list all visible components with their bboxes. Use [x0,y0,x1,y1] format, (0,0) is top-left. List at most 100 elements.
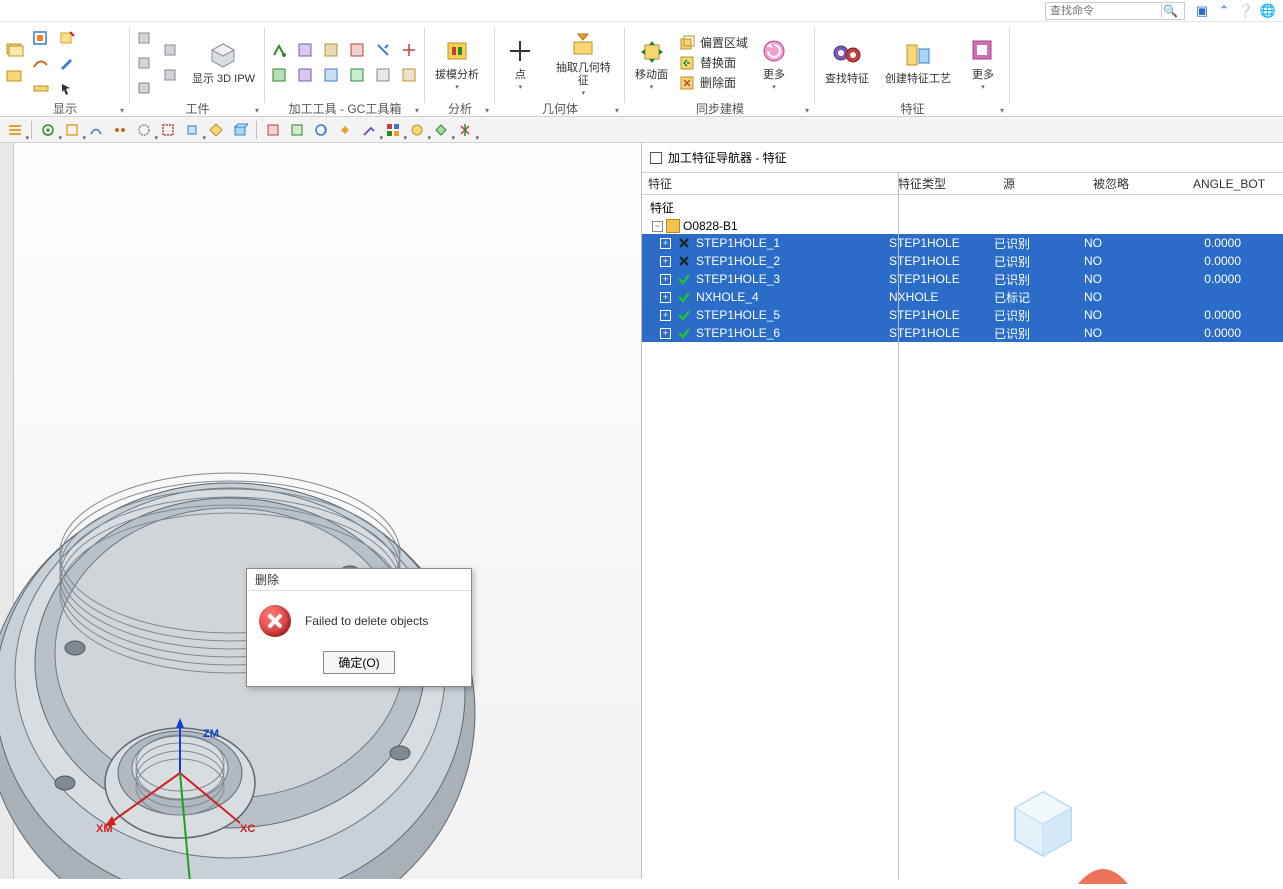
status-icon [674,236,694,250]
tool10-icon[interactable] [262,119,284,141]
help-icon[interactable]: ❔ [1237,2,1255,20]
draft-analysis-button[interactable]: 拔模分析 ▾ [429,33,485,93]
restore-icon[interactable]: ▣ [1193,2,1211,20]
delete-face-button[interactable]: 删除面 [678,74,748,92]
move-face-button[interactable]: 移动面 ▾ [629,33,674,93]
ok-button[interactable]: 确定(O) [323,651,394,674]
feature-source: 已识别 [994,325,1084,342]
point-button[interactable]: 点 ▾ [499,33,542,93]
col-type[interactable]: 特征类型 [892,175,997,192]
tb1-icon[interactable] [269,39,291,61]
collapse-icon[interactable]: ⌃ [1215,2,1233,20]
col-angle[interactable]: ANGLE_BOT [1187,177,1271,191]
highlight-icon[interactable] [56,27,78,49]
expand-icon[interactable]: + [660,310,671,321]
tb2-icon[interactable] [269,64,291,86]
feature-row[interactable]: +STEP1HOLE_2STEP1HOLE已识别NO0.0000 [642,252,1283,270]
globe-icon[interactable]: 🌐 [1259,2,1277,20]
feature-row[interactable]: +STEP1HOLE_3STEP1HOLE已识别NO0.0000 [642,270,1283,288]
tool13-icon[interactable] [334,119,356,141]
ribbon-group-feature: 查找特征 创建特征工艺 更多 ▾ 特征▾ [815,22,1010,117]
tool11-icon[interactable] [286,119,308,141]
wk5-icon[interactable] [160,64,182,86]
command-search[interactable]: 🔍 [1045,2,1185,20]
replace-face-button[interactable]: 替换面 [678,54,748,72]
expand-icon[interactable]: + [660,328,671,339]
feature-angle: 0.0000 [1179,272,1249,286]
tb3-icon[interactable] [295,39,317,61]
tool5-icon[interactable] [133,119,155,141]
tool16-icon[interactable] [406,119,428,141]
snap-icon[interactable] [37,119,59,141]
tool14-icon[interactable] [358,119,380,141]
tool15-icon[interactable] [382,119,404,141]
col-ignored[interactable]: 被忽略 [1087,175,1187,192]
tool8-icon[interactable] [205,119,227,141]
curve-icon[interactable] [30,52,52,74]
collapse-icon[interactable]: − [652,221,663,232]
feature-row[interactable]: +STEP1HOLE_5STEP1HOLE已识别NO0.0000 [642,306,1283,324]
wk3-icon[interactable] [134,77,156,99]
expand-icon[interactable]: + [660,238,671,249]
navigator-checkbox-icon[interactable] [650,152,662,164]
tool7-icon[interactable] [181,119,203,141]
tb11-icon[interactable] [399,39,421,61]
tb10-icon[interactable] [373,64,395,86]
col-source[interactable]: 源 [997,175,1087,192]
snap2-icon[interactable] [61,119,83,141]
tb12-icon[interactable] [399,64,421,86]
tb6-icon[interactable] [321,64,343,86]
feature-more-button[interactable]: 更多 ▾ [961,33,1005,93]
feature-tree[interactable]: 特征 − O0828-B1 +STEP1HOLE_1STEP1HOLE已识别NO… [642,195,1283,879]
offset-region-button[interactable]: 偏置区域 [678,34,748,52]
graphics-viewport[interactable]: ZM XM XC ZC 删除 Failed to delete objects … [0,143,642,879]
feature-row[interactable]: +STEP1HOLE_1STEP1HOLE已识别NO0.0000 [642,234,1283,252]
tool3-icon[interactable] [85,119,107,141]
brush-icon[interactable] [56,52,78,74]
tool6-icon[interactable] [157,119,179,141]
wk1-icon[interactable] [134,27,156,49]
feature-type: STEP1HOLE [889,236,994,250]
tb9-icon[interactable] [373,39,395,61]
navigator-column-header[interactable]: 特征 特征类型 源 被忽略 ANGLE_BOT [642,173,1283,195]
expand-icon[interactable]: + [660,292,671,303]
tb5-icon[interactable] [321,39,343,61]
expand-icon[interactable]: + [660,274,671,285]
tool12-icon[interactable] [310,119,332,141]
error-dialog: 删除 Failed to delete objects 确定(O) [246,568,472,687]
show-3d-ipw-button[interactable]: 显示 3D IPW [186,37,261,88]
create-feature-process-button[interactable]: 创建特征工艺 [879,37,957,88]
feature-source: 已识别 [994,271,1084,288]
feature-row[interactable]: +NXHOLE_4NXHOLE已标记NO [642,288,1283,306]
layer-icon[interactable] [4,39,26,61]
sync-more-button[interactable]: 更多 ▾ [752,33,796,93]
search-icon[interactable]: 🔍 [1161,4,1179,18]
tree-root-node[interactable]: − O0828-B1 [642,218,1283,234]
tool17-icon[interactable] [430,119,452,141]
layer2-icon[interactable] [4,64,26,86]
wk4-icon[interactable] [160,39,182,61]
expand-icon[interactable]: + [660,256,671,267]
measure-icon[interactable] [30,77,52,99]
tool18-icon[interactable] [454,119,476,141]
tb4-icon[interactable] [295,64,317,86]
tool9-icon[interactable] [229,119,251,141]
tb8-icon[interactable] [347,64,369,86]
find-feature-button[interactable]: 查找特征 [819,37,875,88]
group-label: 加工工具 - GC工具箱▾ [269,101,421,117]
feature-row[interactable]: +STEP1HOLE_6STEP1HOLE已识别NO0.0000 [642,324,1283,342]
command-search-input[interactable] [1046,5,1161,17]
clip-icon[interactable] [30,27,52,49]
createproc-icon [902,39,934,71]
deleteface-icon [678,74,696,92]
group-label: 显示▾ [4,101,126,117]
tb7-icon[interactable] [347,39,369,61]
menu-icon[interactable] [4,119,26,141]
col-feature[interactable]: 特征 [642,175,892,192]
tool4-icon[interactable] [109,119,131,141]
watermark-logo-icon [1003,784,1083,864]
group-label: 几何体▾ [499,101,621,117]
pick-icon[interactable] [56,77,78,99]
wk2-icon[interactable] [134,52,156,74]
extract-geometry-button[interactable]: 抽取几何特征 ▾ [546,26,621,99]
